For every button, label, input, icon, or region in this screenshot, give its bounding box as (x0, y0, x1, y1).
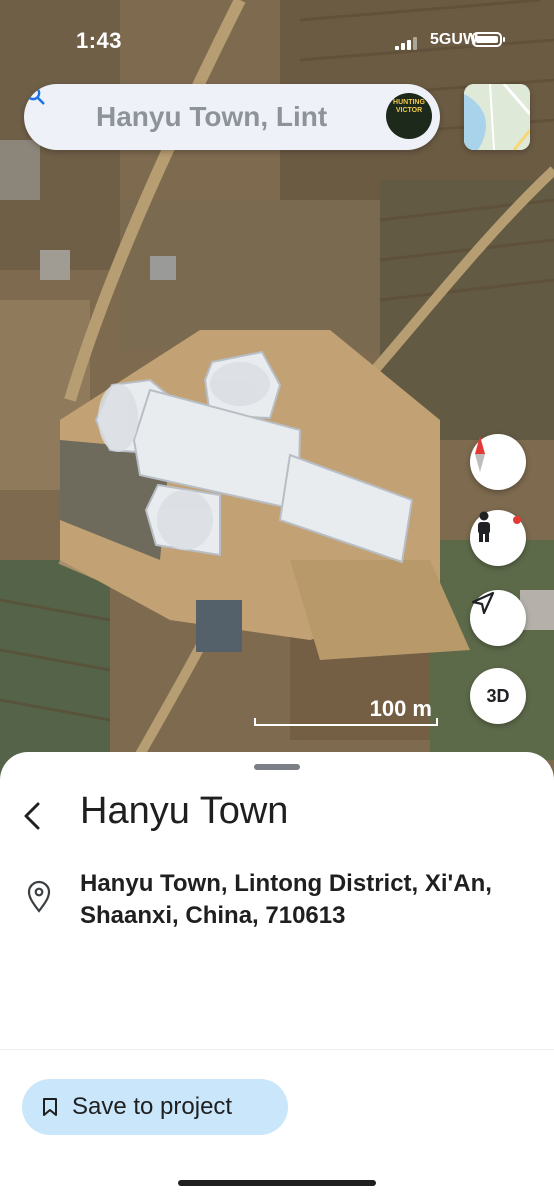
navigation-arrow-icon (471, 591, 495, 615)
drag-handle[interactable] (254, 764, 300, 770)
map-layers-button[interactable] (464, 84, 530, 150)
map-thumbnail-icon (464, 84, 530, 150)
save-to-project-button[interactable]: Save to project (22, 1079, 288, 1135)
back-arrow-icon[interactable] (18, 796, 48, 836)
home-indicator[interactable] (178, 1180, 376, 1186)
divider (0, 1049, 554, 1050)
search-input[interactable]: Hanyu Town, Lint (96, 101, 392, 133)
street-view-button[interactable] (470, 510, 526, 566)
network-type: 5GUW (430, 31, 478, 48)
bookmark-icon (43, 1098, 57, 1116)
3d-toggle-button[interactable]: 3D (470, 668, 526, 724)
place-address: Hanyu Town, Lintong District, Xi'An, Sha… (80, 870, 492, 929)
avatar-text: HUNTING VICTOR (393, 99, 425, 114)
compass-button[interactable] (470, 434, 526, 490)
scale-bar (254, 718, 438, 726)
avatar[interactable]: HUNTING VICTOR (386, 93, 432, 139)
search-icon (26, 86, 45, 105)
compass-icon (475, 436, 485, 472)
scale-indicator: 100 m (254, 696, 440, 728)
search-bar[interactable]: Hanyu Town, Lint HUNTING VICTOR (24, 84, 440, 150)
pegman-icon (478, 511, 490, 542)
satellite-map[interactable]: 1:43 5GUW Hanyu Town, Lint HUNTING VICTO… (0, 0, 554, 790)
location-pin-icon (27, 880, 51, 913)
place-sheet[interactable]: Hanyu Town Hanyu Town, Lintong District,… (0, 752, 554, 1200)
battery-icon (472, 32, 505, 47)
3d-label: 3D (486, 685, 510, 706)
notification-dot (513, 516, 521, 524)
save-label: Save to project (72, 1093, 233, 1120)
status-time: 1:43 (76, 28, 123, 53)
status-bar: 1:43 5GUW (0, 28, 554, 58)
signal-icon (395, 37, 417, 50)
my-location-button[interactable] (470, 590, 526, 646)
place-title: Hanyu Town (80, 790, 289, 832)
